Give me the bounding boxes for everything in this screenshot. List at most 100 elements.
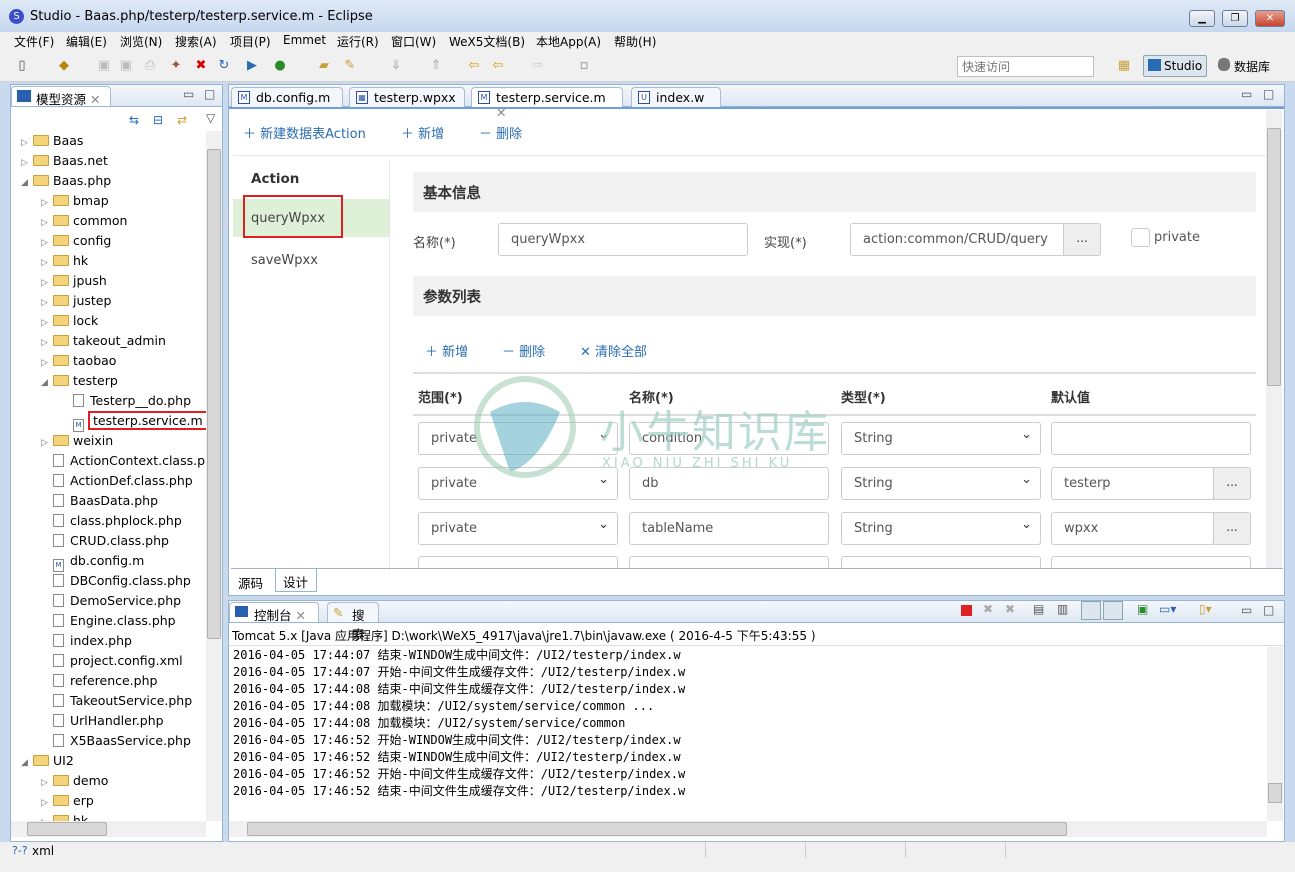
type-select[interactable]: String (841, 467, 1041, 500)
display-console-icon[interactable]: ▭▾ (1159, 602, 1176, 616)
search-icon[interactable]: ✎ (342, 58, 358, 74)
expand-arrow-icon[interactable]: ▷ (41, 273, 53, 293)
tree-item[interactable]: ▷ demo (41, 771, 108, 791)
new-table-action-button[interactable]: ＋ 新建数据表Action (243, 123, 366, 142)
package-icon[interactable]: ◆ (56, 58, 72, 74)
expand-arrow-icon[interactable]: ▷ (41, 253, 53, 273)
tomcat-restart-icon[interactable]: ↻ (216, 58, 232, 74)
action-item-saveWpxx[interactable]: saveWpxx (251, 253, 318, 268)
view-menu-icon[interactable]: ▽ (206, 111, 215, 125)
tab-model-resources[interactable]: 模型资源 ✕ (11, 86, 111, 107)
default-value-input[interactable] (1051, 422, 1251, 455)
tab-console[interactable]: 控制台 ✕ (229, 602, 319, 623)
tree-item[interactable]: Testerp__do.php (61, 391, 191, 411)
expand-arrow-icon[interactable]: ▷ (41, 313, 53, 333)
private-checkbox[interactable] (1131, 228, 1150, 247)
menu-item[interactable]: 搜索(A) (175, 33, 217, 50)
expand-arrow-icon[interactable]: ◢ (41, 373, 53, 393)
tree-vertical-scrollbar[interactable] (206, 131, 222, 821)
delete-param-button[interactable]: － 删除 (502, 341, 545, 360)
tab-search[interactable]: ✎ 搜索 (327, 602, 379, 642)
expand-arrow-icon[interactable]: ▷ (41, 333, 53, 353)
editor-vertical-scrollbar[interactable] (1266, 110, 1282, 568)
console-output[interactable]: 2016-04-05 17:44:07 结束-WINDOW生成中间文件：/UI2… (233, 647, 1263, 819)
tree-item[interactable]: ▷ takeout_admin (41, 331, 166, 351)
tree-item[interactable]: DemoService.php (41, 591, 181, 611)
expand-arrow-icon[interactable]: ▷ (21, 153, 33, 173)
tree-item[interactable]: ActionDef.class.php (41, 471, 193, 491)
menu-item[interactable]: 帮助(H) (614, 33, 656, 50)
forward-icon[interactable]: ⇨ (530, 58, 546, 74)
expand-arrow-icon[interactable]: ▷ (41, 433, 53, 453)
minimize-button[interactable]: ▁ (1189, 10, 1215, 27)
tree-item[interactable]: ▷ lock (41, 311, 98, 331)
open-console-icon[interactable]: ▯▾ (1199, 602, 1212, 616)
tree-item[interactable]: Mdb.config.m (41, 551, 144, 572)
expand-arrow-icon[interactable]: ▷ (41, 353, 53, 373)
delete-action-button[interactable]: － 删除 (479, 123, 522, 142)
menu-item[interactable]: 运行(R) (337, 33, 379, 50)
default-browse-button[interactable]: ... (1213, 467, 1251, 500)
expand-arrow-icon[interactable]: ▷ (41, 813, 53, 821)
tree-item[interactable]: ActionContext.class.php (41, 451, 207, 471)
scroll-lock-icon[interactable]: ▥ (1057, 602, 1068, 616)
editor-tab[interactable]: Mtesterp.service.m ✕ (471, 87, 623, 120)
next-annotation-icon[interactable]: ⇓ (388, 58, 404, 74)
minimize-icon[interactable]: ▭ (1241, 603, 1252, 617)
tree-item[interactable]: ▷ config (41, 231, 111, 251)
minimize-icon[interactable]: ▭ (183, 87, 194, 101)
tree-item[interactable]: ▷ common (41, 211, 127, 231)
tree-item[interactable]: ▷ hk (41, 811, 88, 821)
param-name-input[interactable]: db (629, 467, 829, 500)
link-editor-icon[interactable]: ⇄ (177, 113, 187, 127)
tree-item[interactable]: ▷ jpush (41, 271, 107, 291)
expand-arrow-icon[interactable]: ◢ (21, 173, 33, 193)
scope-select[interactable]: private (418, 512, 618, 545)
tree-item[interactable]: DBConfig.class.php (41, 571, 191, 591)
collapse-all-icon[interactable]: ⊟ (153, 113, 163, 127)
sync-icon[interactable]: ⇆ (129, 113, 139, 127)
menu-item[interactable]: 浏览(N) (120, 33, 162, 50)
menu-item[interactable]: 文件(F) (14, 33, 54, 50)
tree-item[interactable]: Engine.class.php (41, 611, 176, 631)
tree-item[interactable]: X5BaasService.php (41, 731, 191, 751)
tree-item[interactable]: index.php (41, 631, 132, 651)
tree-item[interactable]: ▷ bmap (41, 191, 109, 211)
expand-arrow-icon[interactable]: ▷ (41, 193, 53, 213)
show-stdout-icon[interactable] (1081, 601, 1101, 620)
tomcat-start-icon[interactable]: ✦ (168, 58, 184, 74)
editor-tab[interactable]: Mdb.config.m (231, 87, 343, 107)
expand-arrow-icon[interactable]: ▷ (41, 773, 53, 793)
maximize-button[interactable]: ❐ (1222, 10, 1248, 27)
tree-item[interactable]: ▷ justep (41, 291, 111, 311)
name-input[interactable]: queryWpxx (498, 223, 748, 256)
tree-item[interactable]: ▷ taobao (41, 351, 116, 371)
perspective-studio[interactable]: Studio (1143, 55, 1208, 77)
tab-source[interactable]: 源码 (233, 570, 273, 592)
expand-arrow-icon[interactable]: ▷ (41, 233, 53, 253)
prev-annotation-icon[interactable]: ⇑ (428, 58, 444, 74)
save-all-icon[interactable]: ▣ (118, 58, 134, 74)
tree-item[interactable]: ▷ hk (41, 251, 88, 271)
tree-item[interactable]: ▷ erp (41, 791, 94, 811)
editor-tab[interactable]: ▦ testerp.wpxx (349, 87, 465, 107)
tree-item[interactable]: ◢ UI2 (21, 751, 74, 771)
new-icon[interactable]: ▯ (14, 58, 30, 74)
clear-all-button[interactable]: ✕ 清除全部 (580, 341, 647, 360)
default-browse-button[interactable]: ... (1213, 512, 1251, 545)
save-icon[interactable]: ▣ (96, 58, 112, 74)
minimize-icon[interactable]: ▭ (1241, 87, 1252, 101)
tree-item[interactable]: TakeoutService.php (41, 691, 192, 711)
clear-console-icon[interactable]: ▤ (1033, 602, 1044, 616)
maximize-icon[interactable]: □ (204, 87, 215, 101)
default-value-input[interactable]: wpxx (1051, 512, 1214, 545)
type-select[interactable]: String (841, 422, 1041, 455)
tree-item[interactable]: project.config.xml (41, 651, 183, 671)
menu-item[interactable]: Emmet (283, 33, 326, 47)
expand-arrow-icon[interactable]: ▷ (41, 793, 53, 813)
pin-editor-icon[interactable]: ▫ (576, 58, 592, 74)
impl-input[interactable]: action:common/CRUD/query (850, 223, 1064, 256)
tree-item[interactable]: class.phplock.php (41, 511, 182, 531)
back-icon[interactable]: ⇦ (490, 58, 506, 74)
console-horizontal-scrollbar[interactable] (229, 821, 1267, 837)
